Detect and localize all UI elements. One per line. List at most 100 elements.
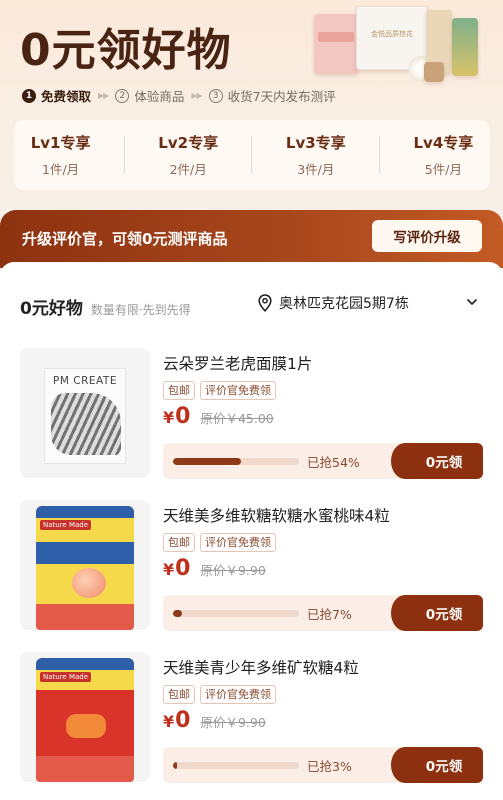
product-name[interactable]: 天维美多维软糖软糖水蜜桃味4粒 bbox=[163, 504, 390, 526]
product-tags: 包邮 评价官免费领 bbox=[163, 381, 281, 400]
section-header: 0元好物 数量有限·先到先得 bbox=[20, 294, 191, 319]
drink-bottle bbox=[452, 18, 478, 76]
divider bbox=[379, 136, 381, 174]
level-lv1[interactable]: Lv1专享 1件/月 bbox=[31, 132, 91, 178]
price-currency: ¥ bbox=[163, 712, 175, 731]
product-name[interactable]: 云朵罗兰老虎面膜1片 bbox=[163, 352, 312, 374]
small-jar bbox=[424, 62, 444, 82]
level-quota: 1件/月 bbox=[42, 162, 80, 177]
step-2: 2 体验商品 bbox=[115, 86, 184, 105]
section-subtitle: 数量有限·先到先得 bbox=[90, 303, 191, 317]
product-card[interactable]: Nature Made 天维美多维软糖软糖水蜜桃味4粒 包邮 评价官免费领 ¥ … bbox=[0, 500, 503, 650]
progress-fill bbox=[173, 762, 177, 769]
location-pin-icon bbox=[258, 294, 272, 312]
step-number: 3 bbox=[208, 88, 223, 103]
price-row: ¥ 0 原价￥45.00 bbox=[163, 404, 274, 429]
gift-box-label: 金悦品质桂花 bbox=[371, 30, 413, 38]
gift-box-pink bbox=[314, 14, 358, 74]
level-quota: 3件/月 bbox=[297, 162, 335, 177]
tag-reviewer-free: 评价官免费领 bbox=[200, 533, 276, 552]
chevron-down-icon[interactable] bbox=[466, 296, 478, 308]
tag-free-shipping: 包邮 bbox=[163, 381, 195, 400]
progress-fill bbox=[173, 610, 182, 617]
step-label: 体验商品 bbox=[134, 89, 185, 104]
claim-free-button[interactable]: 0元领 bbox=[391, 443, 483, 479]
claim-free-button[interactable]: 0元领 bbox=[391, 747, 483, 783]
pack-brand-text: PM CREATE bbox=[53, 375, 117, 387]
price-currency: ¥ bbox=[163, 560, 175, 579]
original-price: 原价￥45.00 bbox=[200, 411, 274, 426]
pack-bottom bbox=[36, 756, 134, 782]
product-image[interactable]: Nature Made bbox=[20, 500, 150, 630]
pack-brand-text: Nature Made bbox=[40, 672, 92, 682]
claim-label: 0元领 bbox=[425, 455, 463, 471]
level-quota: 2件/月 bbox=[169, 162, 207, 177]
product-image[interactable]: PM CREATE bbox=[20, 348, 150, 478]
progress-track bbox=[173, 458, 299, 465]
product-tags: 包邮 评价官免费领 bbox=[163, 533, 281, 552]
step-arrow-icon: ▶▶ bbox=[191, 91, 202, 100]
step-label: 免费领取 bbox=[41, 89, 92, 104]
tag-reviewer-free: 评价官免费领 bbox=[200, 381, 276, 400]
level-lv2[interactable]: Lv2专享 2件/月 bbox=[158, 132, 218, 178]
level-name: Lv3专享 bbox=[285, 134, 346, 152]
price-value: 0 bbox=[175, 556, 191, 581]
tag-free-shipping: 包邮 bbox=[163, 685, 195, 704]
level-lv4[interactable]: Lv4专享 5件/月 bbox=[413, 132, 473, 178]
step-label: 收货7天内发布测评 bbox=[227, 89, 336, 104]
hero-banner: 0元领好物 金悦品质桂花 1 免费领取 ▶▶ 2 体验商品 ▶▶ 3 收货7天内… bbox=[0, 0, 503, 215]
divider bbox=[123, 136, 125, 174]
claim-free-button[interactable]: 0元领 bbox=[391, 595, 483, 631]
price-currency: ¥ bbox=[163, 408, 175, 427]
progress-fill bbox=[173, 458, 242, 465]
gummy-illustration bbox=[66, 714, 106, 738]
product-image[interactable]: Nature Made bbox=[20, 652, 150, 782]
divider bbox=[251, 136, 253, 174]
price-value: 0 bbox=[175, 404, 191, 429]
tag-free-shipping: 包邮 bbox=[163, 533, 195, 552]
step-number: 1 bbox=[22, 88, 36, 103]
level-benefits-card: Lv1专享 1件/月 Lv2专享 2件/月 Lv3专享 3件/月 Lv4专享 5… bbox=[14, 120, 490, 190]
original-price: 原价￥9.90 bbox=[200, 563, 266, 578]
product-card[interactable]: Nature Made 天维美青少年多维矿软糖4粒 包邮 评价官免费领 ¥ 0 … bbox=[0, 652, 503, 800]
progress-track bbox=[173, 610, 299, 617]
product-card[interactable]: PM CREATE 云朵罗兰老虎面膜1片 包邮 评价官免费领 ¥ 0 原价￥45… bbox=[0, 348, 503, 498]
level-quota: 5件/月 bbox=[424, 162, 462, 177]
original-price: 原价￥9.90 bbox=[200, 715, 266, 730]
claim-label: 0元领 bbox=[425, 759, 463, 775]
write-review-upgrade-button[interactable]: 写评价升级 bbox=[372, 220, 482, 252]
tag-reviewer-free: 评价官免费领 bbox=[200, 685, 276, 704]
step-3: 3 收货7天内发布测评 bbox=[208, 86, 336, 105]
pack-label-band bbox=[36, 542, 134, 564]
bottle-cap bbox=[36, 506, 134, 518]
bottle-cap bbox=[36, 658, 134, 670]
location-selector[interactable]: 奥林匹克花园5期7栋 bbox=[258, 293, 409, 313]
mask-package: PM CREATE bbox=[44, 368, 126, 464]
level-name: Lv4专享 bbox=[413, 134, 474, 152]
level-lv3[interactable]: Lv3专享 3件/月 bbox=[286, 132, 346, 178]
grabbed-percent: 已抢7% bbox=[307, 607, 352, 622]
pack-brand-text: Nature Made bbox=[40, 520, 92, 530]
claim-label: 0元领 bbox=[425, 607, 463, 623]
claim-bar: 已抢54% 0元领 bbox=[163, 443, 483, 479]
step-1: 1 免费领取 bbox=[22, 86, 91, 105]
pack-bottom bbox=[36, 604, 134, 630]
hero-title: 0元领好物 bbox=[20, 25, 232, 76]
hero-product-collage: 金悦品质桂花 bbox=[312, 4, 498, 88]
upgrade-promo-banner: 升级评价官，可领0元测评商品 写评价升级 bbox=[0, 210, 503, 268]
claim-bar: 已抢7% 0元领 bbox=[163, 595, 483, 631]
grabbed-percent: 已抢3% bbox=[307, 759, 352, 774]
free-goods-panel: 0元好物 数量有限·先到先得 奥林匹克花园5期7栋 PM CREATE 云朵罗兰… bbox=[0, 262, 503, 800]
product-tags: 包邮 评价官免费领 bbox=[163, 685, 281, 704]
product-name[interactable]: 天维美青少年多维矿软糖4粒 bbox=[163, 656, 359, 678]
promo-text: 升级评价官，可领0元测评商品 bbox=[22, 230, 228, 248]
peach-illustration bbox=[72, 568, 106, 598]
steps-indicator: 1 免费领取 ▶▶ 2 体验商品 ▶▶ 3 收货7天内发布测评 bbox=[22, 86, 336, 105]
gummy-bottle: Nature Made bbox=[36, 658, 134, 782]
grabbed-percent: 已抢54% bbox=[307, 455, 360, 470]
progress-track bbox=[173, 762, 299, 769]
level-name: Lv1专享 bbox=[30, 134, 91, 152]
price-value: 0 bbox=[175, 708, 191, 733]
price-row: ¥ 0 原价￥9.90 bbox=[163, 708, 266, 733]
gummy-bottle: Nature Made bbox=[36, 506, 134, 630]
